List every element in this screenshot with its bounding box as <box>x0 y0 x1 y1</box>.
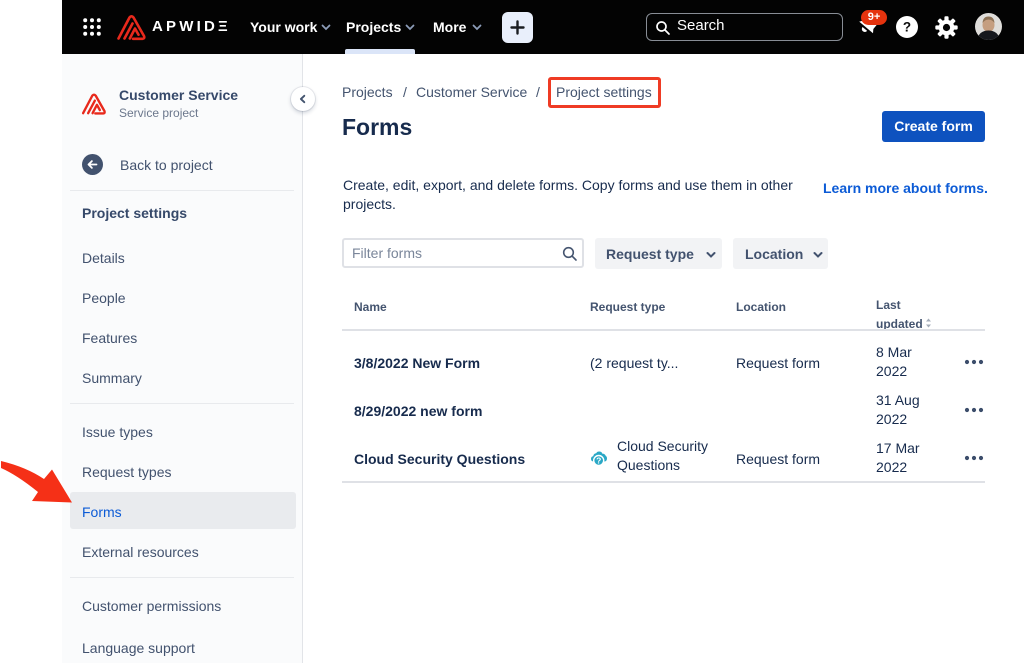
svg-text:?: ? <box>596 456 601 466</box>
svg-text:?: ? <box>903 20 911 35</box>
